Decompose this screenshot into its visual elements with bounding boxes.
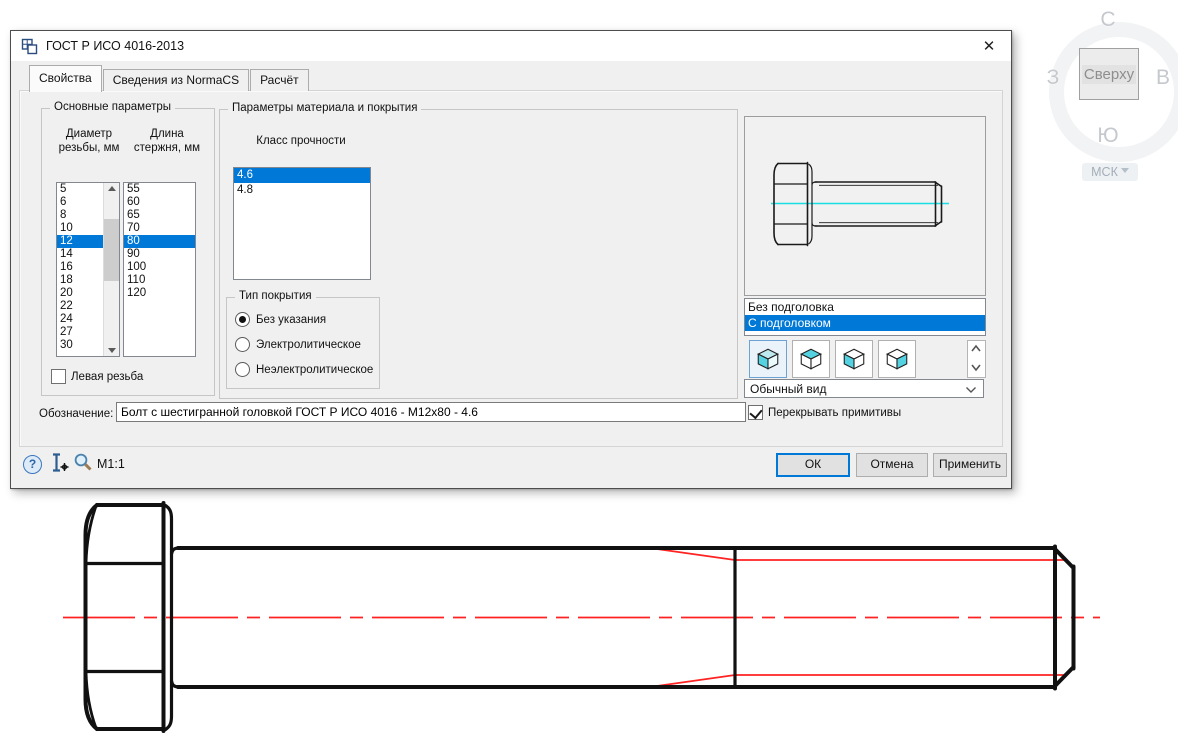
group-material-coating-label: Параметры материала и покрытия bbox=[228, 102, 421, 114]
view-style-iso-front-button[interactable] bbox=[749, 340, 787, 378]
view-mode-dropdown[interactable]: Обычный вид bbox=[744, 379, 984, 398]
tab-Сведения из NormaCS[interactable]: Сведения из NormaCS bbox=[103, 69, 249, 91]
scroll-thumb[interactable] bbox=[104, 219, 119, 281]
help-icon[interactable]: ? bbox=[23, 455, 42, 474]
radio-option[interactable]: Неэлектролитическое bbox=[235, 357, 377, 382]
group-coating-type-label: Тип покрытия bbox=[235, 290, 316, 302]
length-header: Длина стержня, мм bbox=[126, 127, 208, 155]
group-coating-type: Тип покрытия Без указанияЭлектролитическ… bbox=[226, 297, 380, 389]
list-item[interactable]: 80 bbox=[124, 235, 195, 248]
title-bar[interactable]: ГОСТ Р ИСО 4016-2013 ✕ bbox=[11, 31, 1011, 61]
scale-indicator: М1:1 bbox=[97, 457, 125, 471]
diameter-list[interactable]: 56810121416182022242730 bbox=[56, 182, 120, 357]
list-item[interactable]: 60 bbox=[124, 196, 195, 209]
ucs-chevron-icon bbox=[1121, 168, 1129, 177]
ucs-label: МСК bbox=[1091, 165, 1118, 179]
viewcube-north[interactable]: С bbox=[1093, 8, 1123, 32]
list-item[interactable]: 65 bbox=[124, 209, 195, 222]
cube-right-icon bbox=[884, 346, 910, 372]
list-item[interactable]: 110 bbox=[124, 274, 195, 287]
scroll-down-icon[interactable] bbox=[104, 342, 119, 356]
radio-option[interactable]: Электролитическое bbox=[235, 332, 377, 357]
head-type-list[interactable]: Без подголовкаС подголовком bbox=[744, 298, 986, 336]
scroll-up-chevron-icon[interactable] bbox=[970, 344, 982, 353]
viewcube-south[interactable]: Ю bbox=[1093, 124, 1123, 148]
apply-button[interactable]: Применить bbox=[933, 453, 1007, 477]
left-thread-checkbox[interactable] bbox=[51, 369, 66, 384]
viewcube-west[interactable]: З bbox=[1038, 66, 1068, 90]
bolt-preview-drawing bbox=[745, 117, 983, 293]
view-style-right-button[interactable] bbox=[878, 340, 916, 378]
cube-left-icon bbox=[841, 346, 867, 372]
list-item[interactable]: 120 bbox=[124, 287, 195, 300]
viewcube-east[interactable]: В bbox=[1148, 66, 1178, 90]
view-style-icon-row bbox=[744, 339, 986, 377]
coating-radio-group: Без указания Электролитическое Неэлектроли… bbox=[235, 307, 377, 382]
ok-button[interactable]: ОК bbox=[776, 453, 850, 477]
radio-icon[interactable] bbox=[235, 362, 250, 377]
ucs-dropdown[interactable]: МСК bbox=[1082, 163, 1138, 181]
list-item[interactable]: 70 bbox=[124, 222, 195, 235]
tab-Расчёт[interactable]: Расчёт bbox=[250, 69, 309, 91]
magnifier-icon[interactable] bbox=[73, 452, 93, 472]
scroll-up-icon[interactable] bbox=[104, 183, 119, 197]
scroll-down-chevron-icon[interactable] bbox=[970, 363, 982, 372]
group-material-coating: Параметры материала и покрытия Класс про… bbox=[219, 109, 738, 399]
strength-class-label: Класс прочности bbox=[233, 134, 369, 148]
radio-label: Неэлектролитическое bbox=[256, 364, 373, 376]
viewcube-top-face-button[interactable]: Сверху bbox=[1079, 48, 1139, 100]
icon-row-scrollbar[interactable] bbox=[967, 340, 986, 378]
overlap-label: Перекрывать примитивы bbox=[768, 407, 901, 419]
radio-icon[interactable] bbox=[235, 312, 250, 327]
diameter-header: Диаметр резьбы, мм bbox=[50, 127, 128, 155]
cancel-button[interactable]: Отмена bbox=[856, 453, 928, 477]
insertion-point-icon[interactable] bbox=[49, 452, 71, 474]
list-item[interactable]: 90 bbox=[124, 248, 195, 261]
chevron-down-icon bbox=[965, 386, 977, 394]
strength-class-list[interactable]: 4.64.8 bbox=[233, 167, 371, 280]
list-item[interactable]: 4.8 bbox=[234, 183, 370, 198]
list-item[interactable]: 55 bbox=[124, 183, 195, 196]
list-item[interactable]: 100 bbox=[124, 261, 195, 274]
overlap-checkbox[interactable] bbox=[748, 405, 763, 420]
gost-bolt-dialog: ГОСТ Р ИСО 4016-2013 ✕ СвойстваСведения … bbox=[10, 30, 1012, 489]
cube-top-icon bbox=[798, 346, 824, 372]
list-item[interactable]: 4.6 bbox=[234, 168, 370, 183]
view-style-top-button[interactable] bbox=[792, 340, 830, 378]
list-item[interactable]: Без подголовка bbox=[745, 299, 985, 315]
designation-label: Обозначение: bbox=[39, 408, 113, 420]
tab-Свойства[interactable]: Свойства bbox=[29, 65, 102, 92]
radio-option[interactable]: Без указания bbox=[235, 307, 377, 332]
group-main-parameters-label: Основные параметры bbox=[50, 101, 175, 113]
radio-label: Электролитическое bbox=[256, 339, 361, 351]
left-thread-label: Левая резьба bbox=[71, 371, 143, 383]
close-icon[interactable]: ✕ bbox=[979, 37, 999, 57]
bolt-preview-panel bbox=[744, 116, 986, 296]
viewcube-top-face-label: Сверху bbox=[1082, 65, 1136, 84]
group-main-parameters: Основные параметры Диаметр резьбы, мм Дл… bbox=[41, 108, 215, 396]
view-mode-value: Обычный вид bbox=[750, 382, 826, 396]
view-style-left-button[interactable] bbox=[835, 340, 873, 378]
block-icon bbox=[21, 38, 38, 55]
designation-input[interactable] bbox=[116, 402, 746, 422]
bolt-drawing bbox=[0, 495, 1178, 745]
diameter-list-scrollbar[interactable] bbox=[103, 183, 119, 356]
list-item[interactable]: С подголовком bbox=[745, 315, 985, 331]
cube-front-icon bbox=[755, 346, 781, 372]
tab-bar: СвойстваСведения из NormaCSРасчёт bbox=[29, 64, 310, 91]
length-list[interactable]: 556065708090100110120 bbox=[123, 182, 196, 357]
radio-label: Без указания bbox=[256, 314, 326, 326]
overlap-checkbox-row[interactable]: Перекрывать примитивы bbox=[748, 405, 901, 420]
left-thread-checkbox-row[interactable]: Левая резьба bbox=[51, 369, 143, 384]
radio-icon[interactable] bbox=[235, 337, 250, 352]
viewcube: С З В Ю Сверху МСК bbox=[1040, 6, 1176, 188]
dialog-title: ГОСТ Р ИСО 4016-2013 bbox=[46, 39, 184, 53]
